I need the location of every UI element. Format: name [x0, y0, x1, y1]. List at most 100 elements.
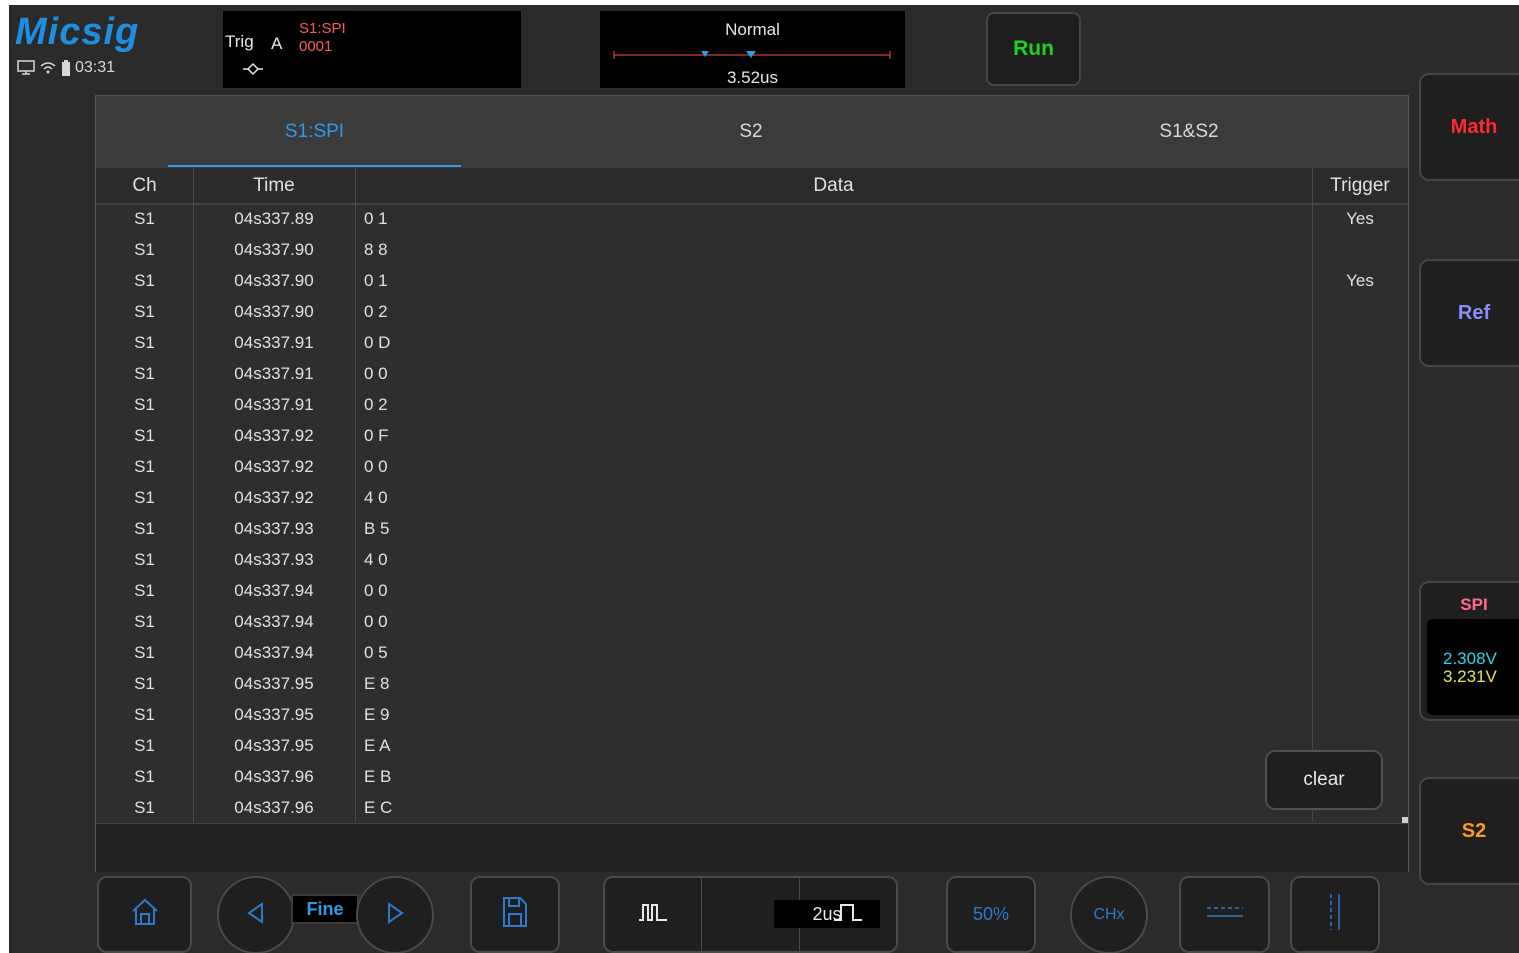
- table-row[interactable]: S1 04s337.91 0 D: [96, 329, 1408, 360]
- prev-button[interactable]: [217, 876, 295, 953]
- fine-toggle[interactable]: Fine: [291, 894, 359, 924]
- spi-threshold-2: 3.231V: [1443, 667, 1497, 686]
- tab-bar: S1:SPI S2 S1&S2: [96, 96, 1408, 168]
- cell-ch: S1: [134, 798, 155, 817]
- decode-table-panel: S1:SPI S2 S1&S2 Ch Time Data Trigger S1 0…: [95, 95, 1409, 872]
- save-button[interactable]: [470, 876, 560, 953]
- table-row[interactable]: S1 04s337.95 E 8: [96, 670, 1408, 701]
- table-row[interactable]: S1 04s337.93 4 0: [96, 546, 1408, 577]
- trigger-source-value: 0001: [299, 38, 333, 55]
- table-row[interactable]: S1 04s337.89 0 1 Yes: [96, 205, 1408, 236]
- cell-time: 04s337.89: [234, 209, 314, 228]
- cell-data: E 8: [364, 674, 390, 693]
- table-row[interactable]: S1 04s337.91 0 2: [96, 391, 1408, 422]
- cell-time: 04s337.90: [234, 240, 314, 259]
- cell-time: 04s337.96: [234, 767, 314, 786]
- horizontal-cursor-icon: [1206, 904, 1244, 925]
- trigger-label: Trig: [225, 32, 254, 51]
- cell-ch: S1: [134, 488, 155, 507]
- table-row[interactable]: S1 04s337.96 E B: [96, 763, 1408, 794]
- tab-s1-spi[interactable]: S1:SPI: [168, 96, 461, 168]
- table-row[interactable]: S1 04s337.95 E 9: [96, 701, 1408, 732]
- spi-threshold-1: 2.308V: [1443, 649, 1497, 668]
- fifty-percent-label: 50%: [972, 904, 1010, 924]
- cell-data: 0 2: [364, 302, 388, 321]
- vertical-cursor-button[interactable]: [1290, 876, 1380, 953]
- cell-ch: S1: [134, 333, 155, 352]
- cell-ch: S1: [134, 519, 155, 538]
- cell-data: E A: [364, 736, 391, 755]
- cell-data: E 9: [364, 705, 390, 724]
- cell-data: E B: [364, 767, 392, 786]
- col-header-data: Data: [813, 175, 854, 196]
- cell-data: 0 0: [364, 457, 388, 476]
- vertical-cursor-icon: [1327, 893, 1343, 936]
- cell-data: 0 2: [364, 395, 388, 414]
- tab-s2[interactable]: S2: [606, 96, 896, 168]
- table-row[interactable]: S1 04s337.94 0 5: [96, 639, 1408, 670]
- chx-label: CHx: [1093, 906, 1125, 923]
- table-body[interactable]: S1 04s337.89 0 1 Yes S1 04s337.90 8 8 S1 04s337.…: [96, 205, 1408, 825]
- s2-button[interactable]: S2: [1419, 777, 1519, 885]
- cell-ch: S1: [134, 674, 155, 693]
- table-row[interactable]: S1 04s337.90 0 2: [96, 298, 1408, 329]
- cell-time: 04s337.91: [234, 333, 314, 352]
- cell-ch: S1: [134, 302, 155, 321]
- horizontal-cursor-button[interactable]: [1179, 876, 1270, 953]
- table-row[interactable]: S1 04s337.91 0 0: [96, 360, 1408, 391]
- table-row[interactable]: S1 04s337.95 E A: [96, 732, 1408, 763]
- math-button[interactable]: Math: [1419, 73, 1519, 181]
- table-row[interactable]: S1 04s337.96 E C: [96, 794, 1408, 825]
- wifi-icon: [39, 60, 57, 76]
- cell-data: 0 1: [364, 271, 388, 290]
- home-button[interactable]: [97, 876, 192, 953]
- cell-ch: S1: [134, 736, 155, 755]
- cell-ch: S1: [134, 767, 155, 786]
- col-header-time: Time: [253, 175, 295, 196]
- channel-select-button[interactable]: CHx: [1070, 876, 1148, 953]
- run-button[interactable]: Run: [986, 12, 1081, 86]
- next-button[interactable]: [356, 876, 434, 953]
- scroll-indicator[interactable]: [1402, 817, 1408, 823]
- ref-button[interactable]: Ref: [1419, 259, 1519, 367]
- table-row[interactable]: S1 04s337.93 B 5: [96, 515, 1408, 546]
- clear-button[interactable]: clear: [1265, 750, 1383, 810]
- table-footer-bar: [96, 823, 1408, 872]
- trigger-source-name: S1:SPI: [299, 20, 346, 37]
- table-row[interactable]: S1 04s337.92 0 0: [96, 453, 1408, 484]
- table-row[interactable]: S1 04s337.90 0 1 Yes: [96, 267, 1408, 298]
- table-row[interactable]: S1 04s337.94 0 0: [96, 577, 1408, 608]
- table-row[interactable]: S1 04s337.94 0 0: [96, 608, 1408, 639]
- cell-ch: S1: [134, 643, 155, 662]
- timebase-panel[interactable]: Normal 3.52us: [600, 11, 905, 88]
- table-row[interactable]: S1 04s337.92 4 0: [96, 484, 1408, 515]
- spi-title: SPI: [1460, 595, 1488, 614]
- cell-data: 0 1: [364, 209, 388, 228]
- cell-ch: S1: [134, 426, 155, 445]
- tab-s1-s2[interactable]: S1&S2: [1044, 96, 1334, 168]
- active-tab-indicator: [168, 165, 461, 167]
- cell-trigger: Yes: [1346, 209, 1374, 228]
- spi-channel-panel[interactable]: SPI 2.308V 3.231V: [1419, 581, 1519, 721]
- cell-data: E C: [364, 798, 393, 817]
- col-header-ch: Ch: [132, 175, 157, 196]
- timebase-increase-button[interactable]: [800, 878, 896, 951]
- table-row[interactable]: S1 04s337.90 8 8: [96, 236, 1408, 267]
- cell-time: 04s337.91: [234, 395, 314, 414]
- cell-time: 04s337.94: [234, 581, 314, 600]
- cell-data: 4 0: [364, 550, 388, 569]
- cell-time: 04s337.94: [234, 643, 314, 662]
- cell-time: 04s337.96: [234, 798, 314, 817]
- table-row[interactable]: S1 04s337.92 0 F: [96, 422, 1408, 453]
- timebase-decrease-button[interactable]: [605, 878, 701, 951]
- cell-time: 04s337.92: [234, 457, 314, 476]
- clock-text: 03:31: [75, 59, 116, 76]
- trigger-edge-icon: [243, 62, 263, 81]
- trigger-channel: A: [271, 34, 283, 53]
- time-position-bar: [612, 48, 892, 67]
- set-50-percent-button[interactable]: 50%: [946, 876, 1036, 953]
- cell-time: 04s337.94: [234, 612, 314, 631]
- arrow-right-icon: [385, 901, 405, 929]
- cell-time: 04s337.95: [234, 674, 314, 693]
- trigger-panel[interactable]: Trig A S1:SPI 0001: [223, 11, 521, 88]
